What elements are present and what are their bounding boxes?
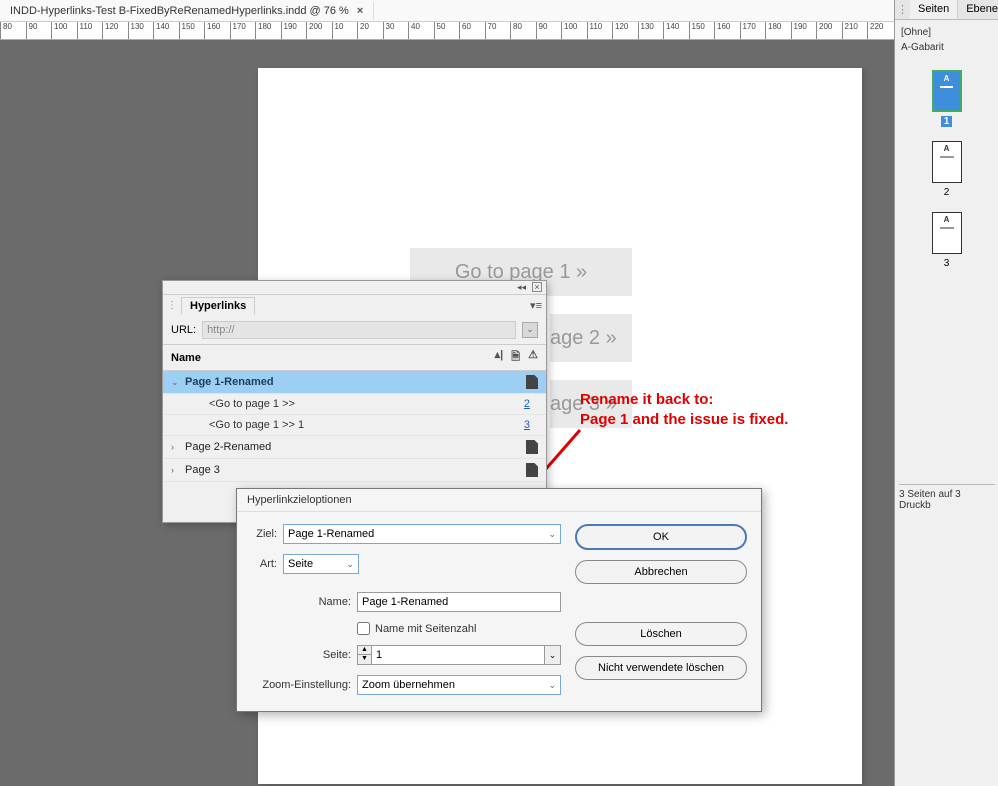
close-tab-icon[interactable]: × <box>357 5 363 17</box>
url-dropdown-icon[interactable]: ⌄ <box>522 322 538 338</box>
warning-column-icon: ⚠ <box>528 348 538 367</box>
hyperlink-child-row[interactable]: <Go to page 1 >>2 <box>163 394 546 415</box>
hyperlink-destination-options-dialog: Hyperlinkzieloptionen Ziel: Page 1-Renam… <box>236 488 762 712</box>
art-value: Seite <box>288 558 313 570</box>
master-item-a[interactable]: A-Gabarit <box>901 40 992 55</box>
hyperlink-destination-row[interactable]: ›Page 3 <box>163 459 546 482</box>
seite-dropdown-icon[interactable]: ⌄ <box>545 645 561 665</box>
seite-label: Seite: <box>251 649 351 661</box>
seite-spinner[interactable]: ▲ ▼ <box>357 645 371 665</box>
chevron-down-icon: ⌄ <box>346 559 354 570</box>
delete-unused-button[interactable]: Nicht verwendete löschen <box>575 656 747 680</box>
url-label: URL: <box>171 324 196 336</box>
row-label: Page 1-Renamed <box>181 376 526 388</box>
caret-down-icon[interactable]: ⌄ <box>171 377 181 388</box>
zoom-label: Zoom-Einstellung: <box>251 679 351 691</box>
annotation-line1: Rename it back to: <box>580 390 788 410</box>
dialog-title: Hyperlinkzieloptionen <box>237 489 761 512</box>
master-pages-list: [Ohne] A-Gabarit <box>895 20 998 60</box>
seite-input[interactable] <box>371 645 545 665</box>
hyperlinks-list-header: Name ▴| 🗎 ⚠ <box>163 345 546 371</box>
page-icon <box>526 463 538 477</box>
hyperlink-destination-row[interactable]: ⌄Page 1-Renamed <box>163 371 546 394</box>
tab-seiten[interactable]: Seiten <box>910 0 958 19</box>
page-thumbnail[interactable]: A2 <box>932 141 962 198</box>
collapse-icon[interactable]: ◂◂ <box>517 282 526 293</box>
url-input[interactable]: http:// <box>202 321 516 339</box>
master-item-none[interactable]: [Ohne] <box>901 25 992 40</box>
panel-grip-icon[interactable]: ⋮ <box>167 300 177 311</box>
name-column-header[interactable]: Name <box>171 352 495 364</box>
name-label: Name: <box>251 596 351 608</box>
hyperlink-destination-row[interactable]: ›Page 2-Renamed <box>163 436 546 459</box>
panel-titlebar: ◂◂ × <box>163 281 546 295</box>
annotation-text: Rename it back to: Page 1 and the issue … <box>580 390 788 429</box>
hyperlinks-tab[interactable]: Hyperlinks <box>181 297 255 314</box>
spin-down-icon[interactable]: ▼ <box>358 655 371 664</box>
ziel-select[interactable]: Page 1-Renamed ⌄ <box>283 524 561 544</box>
document-tab-title: INDD-Hyperlinks-Test B-FixedByReRenamedH… <box>10 5 349 17</box>
cancel-button[interactable]: Abbrechen <box>575 560 747 584</box>
name-input[interactable] <box>357 592 561 612</box>
caret-right-icon[interactable]: › <box>171 465 181 475</box>
sort-icon[interactable]: ▴| <box>495 348 504 367</box>
annotation-line2: Page 1 and the issue is fixed. <box>580 410 788 430</box>
pages-panel: ⋮ Seiten Ebene [Ohne] A-Gabarit A1 A2 A3 3… <box>894 0 998 786</box>
row-label: Page 3 <box>181 464 526 476</box>
page-icon <box>526 375 538 389</box>
delete-button[interactable]: Löschen <box>575 622 747 646</box>
tab-ebenen[interactable]: Ebene <box>958 0 998 19</box>
caret-right-icon[interactable]: › <box>171 442 181 452</box>
panel-menu-icon[interactable]: ▾≡ <box>530 299 542 312</box>
page-number-link[interactable]: 2 <box>524 398 538 410</box>
chevron-down-icon: ⌄ <box>548 529 556 540</box>
art-select[interactable]: Seite ⌄ <box>283 554 359 574</box>
hyperlinks-panel: ◂◂ × ⋮ Hyperlinks ▾≡ URL: http:// ⌄ Name… <box>162 280 547 523</box>
ziel-value: Page 1-Renamed <box>288 528 374 540</box>
checkbox-label: Name mit Seitenzahl <box>375 623 477 635</box>
ziel-label: Ziel: <box>251 528 277 540</box>
hyperlinks-list: ⌄Page 1-Renamed<Go to page 1 >>2<Go to p… <box>163 371 546 482</box>
spin-up-icon[interactable]: ▲ <box>358 646 371 655</box>
hyperlink-child-row[interactable]: <Go to page 1 >> 13 <box>163 415 546 436</box>
page-column-icon: 🗎 <box>511 348 520 367</box>
close-panel-icon[interactable]: × <box>532 282 542 292</box>
page-thumbnails: A1 A2 A3 <box>895 60 998 279</box>
page-thumbnail[interactable]: A1 <box>932 70 962 127</box>
chevron-down-icon: ⌄ <box>548 680 556 691</box>
zoom-value: Zoom übernehmen <box>362 679 455 691</box>
document-tab[interactable]: INDD-Hyperlinks-Test B-FixedByReRenamedH… <box>0 2 374 20</box>
row-label: Page 2-Renamed <box>181 441 526 453</box>
checkbox-input[interactable] <box>357 622 370 635</box>
ok-button[interactable]: OK <box>575 524 747 550</box>
name-with-pagenum-checkbox[interactable]: Name mit Seitenzahl <box>357 622 561 635</box>
panel-grip-icon[interactable]: ⋮ <box>895 0 910 19</box>
row-label: <Go to page 1 >> 1 <box>181 419 524 431</box>
pages-panel-footer: 3 Seiten auf 3 Druckb <box>899 484 995 511</box>
page-icon <box>526 440 538 454</box>
zoom-select[interactable]: Zoom übernehmen ⌄ <box>357 675 561 695</box>
page-thumbnail[interactable]: A3 <box>932 212 962 269</box>
panel-tabs: ⋮ Seiten Ebene <box>895 0 998 20</box>
horizontal-ruler: 8090100110120130140150160170180190200102… <box>0 22 998 40</box>
document-tab-bar: INDD-Hyperlinks-Test B-FixedByReRenamedH… <box>0 0 998 22</box>
row-label: <Go to page 1 >> <box>181 398 524 410</box>
art-label: Art: <box>251 558 277 570</box>
page-number-link[interactable]: 3 <box>524 419 538 431</box>
page-link-button[interactable]: age 2 » <box>550 314 632 362</box>
